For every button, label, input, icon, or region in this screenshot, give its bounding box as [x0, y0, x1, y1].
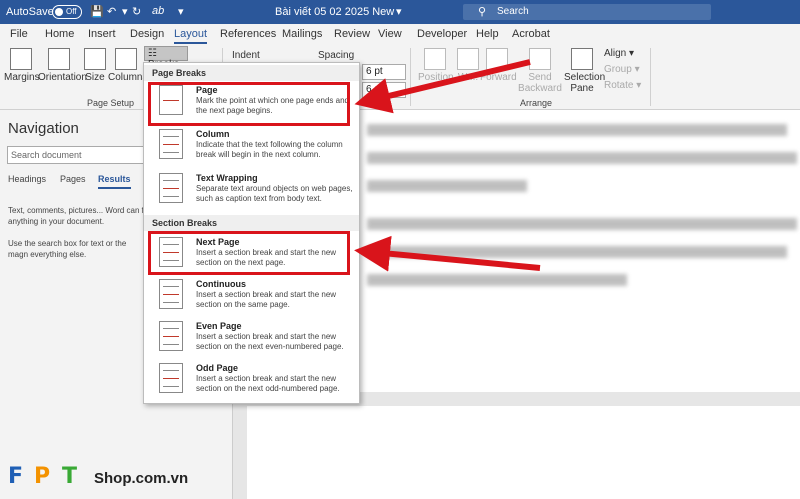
fpt-shop-logo: F P T Shop.com.vn	[8, 462, 188, 492]
arrow-to-page-break	[354, 59, 531, 114]
logo-letter-t: T	[62, 464, 78, 489]
logo-letter-p: P	[34, 464, 51, 489]
logo-letter-f: F	[8, 464, 24, 489]
arrow-to-next-page	[354, 235, 541, 272]
annotation-arrows	[354, 59, 541, 272]
logo-shop-text: Shop.com.vn	[94, 470, 189, 487]
